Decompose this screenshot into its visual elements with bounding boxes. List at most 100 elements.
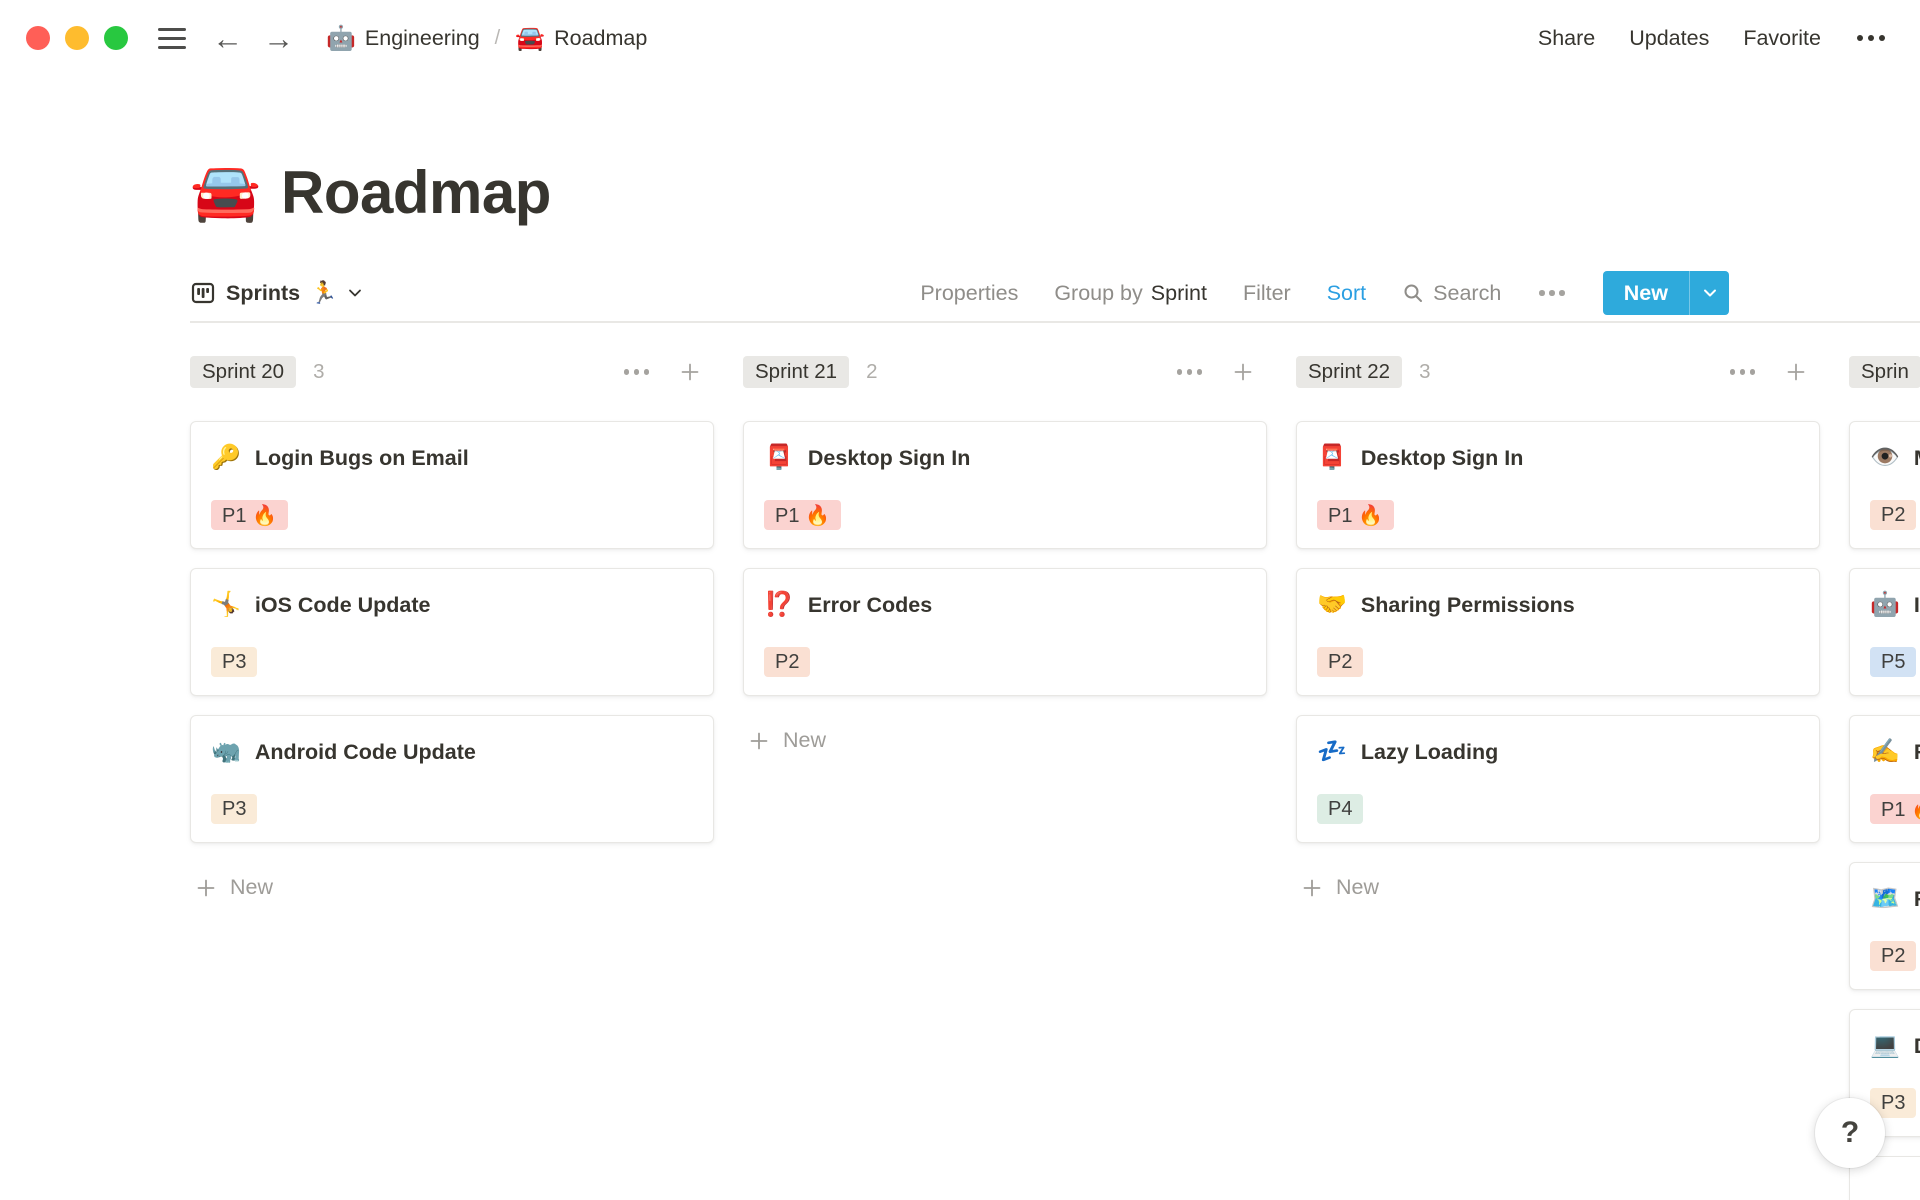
view-tab-label: Sprints <box>226 280 301 305</box>
task-card[interactable]: ⁉️ Error Codes P2 <box>743 568 1267 696</box>
robot-icon: 🤖 <box>1870 591 1900 618</box>
breadcrumb-separator: / <box>494 26 501 49</box>
interrobang-icon: ⁉️ <box>764 591 794 618</box>
close-window-button[interactable] <box>26 26 50 50</box>
add-new-label: New <box>783 728 827 752</box>
zoom-window-button[interactable] <box>104 26 128 50</box>
chevron-down-icon <box>1703 289 1716 297</box>
task-card[interactable]: 🗺️ R P2 <box>1849 862 1920 990</box>
group-by-button[interactable]: Group by Sprint <box>1054 281 1207 306</box>
column-options-icon[interactable] <box>1175 365 1205 379</box>
favorite-button[interactable]: Favorite <box>1743 26 1821 51</box>
task-card[interactable]: 📮 Desktop Sign In P1 🔥 <box>743 421 1267 549</box>
column-title-badge[interactable]: Sprint 21 <box>743 356 850 388</box>
add-new-card-button[interactable]: New <box>190 875 714 900</box>
forward-arrow-icon[interactable]: → <box>263 23 294 54</box>
rhino-icon: 🦏 <box>211 738 241 765</box>
map-icon: 🗺️ <box>1870 885 1900 912</box>
page-icon-car[interactable]: 🚘 <box>190 164 261 221</box>
column-title-badge[interactable]: Sprint 20 <box>190 356 297 388</box>
card-title: D <box>1914 1030 1920 1062</box>
robot-icon: 🤖 <box>326 24 356 52</box>
card-title: iOS Code Update <box>254 593 431 617</box>
priority-tag: P1 🔥 <box>1870 794 1920 824</box>
new-split-button: New <box>1602 271 1729 315</box>
card-title: M <box>1914 442 1920 474</box>
add-card-icon[interactable] <box>1231 360 1255 384</box>
tab-sprints-view[interactable]: Sprints 🏃 <box>190 280 363 306</box>
view-options-icon[interactable] <box>1537 286 1567 300</box>
breadcrumb-label: Engineering <box>364 25 480 50</box>
column-sprint-21: Sprint 21 2 📮 Desktop Sign In P1 🔥 ⁉️ Er… <box>743 356 1267 1200</box>
help-button[interactable]: ? <box>1815 1098 1885 1168</box>
add-new-card-button[interactable]: New <box>1296 875 1820 900</box>
properties-button[interactable]: Properties <box>920 281 1018 306</box>
priority-tag: P3 <box>211 794 258 824</box>
laptop-icon: 💻 <box>1870 1032 1900 1059</box>
priority-tag: P2 <box>764 647 811 677</box>
card-title: Android Code Update <box>254 740 476 764</box>
postbox-icon: 📮 <box>764 444 794 471</box>
share-button[interactable]: Share <box>1538 26 1595 51</box>
window-controls <box>26 26 128 50</box>
column-options-icon[interactable] <box>622 365 652 379</box>
priority-tag: P1 🔥 <box>211 500 288 530</box>
group-by-value: Sprint <box>1150 280 1207 305</box>
card-title: Sharing Permissions <box>1360 593 1575 617</box>
card-title: I <box>1913 593 1920 617</box>
car-icon: 🚘 <box>515 24 546 52</box>
new-button[interactable]: New <box>1603 271 1689 315</box>
priority-tag: P2 <box>1870 941 1917 971</box>
priority-tag: P1 🔥 <box>764 500 841 530</box>
card-title: Login Bugs on Email <box>254 446 469 470</box>
breadcrumb-engineering[interactable]: 🤖 Engineering <box>326 24 480 53</box>
task-card[interactable]: 💤 Lazy Loading P4 <box>1296 715 1820 843</box>
breadcrumb-label: Roadmap <box>554 25 648 50</box>
task-card[interactable]: 🤝 Sharing Permissions P2 <box>1296 568 1820 696</box>
task-card[interactable]: 📮 Desktop Sign In P1 🔥 <box>1296 421 1820 549</box>
updates-button[interactable]: Updates <box>1629 26 1709 51</box>
column-title-badge[interactable]: Sprint 22 <box>1296 356 1403 388</box>
add-new-card-button[interactable]: New <box>743 728 1267 753</box>
view-toolbar: Sprints 🏃 Properties Group by Sprint Fil… <box>190 265 1920 323</box>
eye-icon: 👁️ <box>1870 444 1900 471</box>
column-count: 3 <box>313 360 325 383</box>
sidebar-toggle-icon[interactable] <box>158 27 186 49</box>
column-title-badge[interactable]: Sprin <box>1849 356 1920 388</box>
card-title: Desktop Sign In <box>1360 446 1524 470</box>
sort-button[interactable]: Sort <box>1327 281 1366 306</box>
priority-tag: P5 <box>1870 647 1917 677</box>
zzz-icon: 💤 <box>1317 738 1347 765</box>
board-view-icon <box>191 282 215 304</box>
priority-tag: P4 <box>1317 794 1364 824</box>
task-card[interactable]: 🤖 I P5 <box>1849 568 1920 696</box>
column-count: 3 <box>1419 360 1431 383</box>
priority-tag: P1 🔥 <box>1317 500 1394 530</box>
writing-hand-icon: ✍️ <box>1870 738 1900 765</box>
add-card-icon[interactable] <box>1784 360 1808 384</box>
priority-tag: P3 <box>211 647 258 677</box>
task-card[interactable]: 👁️ M P2 <box>1849 421 1920 549</box>
runner-icon: 🏃 <box>310 280 338 305</box>
cartwheel-icon: 🤸 <box>211 591 241 618</box>
more-options-icon[interactable] <box>1855 31 1887 45</box>
new-button-dropdown[interactable] <box>1689 271 1729 315</box>
priority-tag: P2 <box>1317 647 1364 677</box>
card-title: R <box>1914 736 1920 768</box>
back-arrow-icon[interactable]: ← <box>212 23 243 54</box>
card-title: R <box>1914 883 1920 915</box>
task-card[interactable]: 🔑 Login Bugs on Email P1 🔥 <box>190 421 714 549</box>
window-titlebar: ← → 🤖 Engineering / 🚘 Roadmap Share Upda… <box>0 0 1920 76</box>
search-button[interactable]: Search <box>1402 281 1501 306</box>
task-card[interactable]: 🤸 iOS Code Update P3 <box>190 568 714 696</box>
task-card[interactable]: ✍️ R P1 🔥 <box>1849 715 1920 843</box>
column-options-icon[interactable] <box>1728 365 1758 379</box>
column-sprint-23-partial: Sprin 👁️ M P2 🤖 I P5 ✍️ R P1 🔥 🗺️ <box>1849 356 1920 1200</box>
page-title[interactable]: Roadmap <box>281 158 551 227</box>
breadcrumb-roadmap[interactable]: 🚘 Roadmap <box>515 24 647 53</box>
minimize-window-button[interactable] <box>65 26 89 50</box>
add-card-icon[interactable] <box>678 360 702 384</box>
plus-icon <box>750 732 768 749</box>
task-card[interactable]: 🦏 Android Code Update P3 <box>190 715 714 843</box>
filter-button[interactable]: Filter <box>1243 281 1291 306</box>
